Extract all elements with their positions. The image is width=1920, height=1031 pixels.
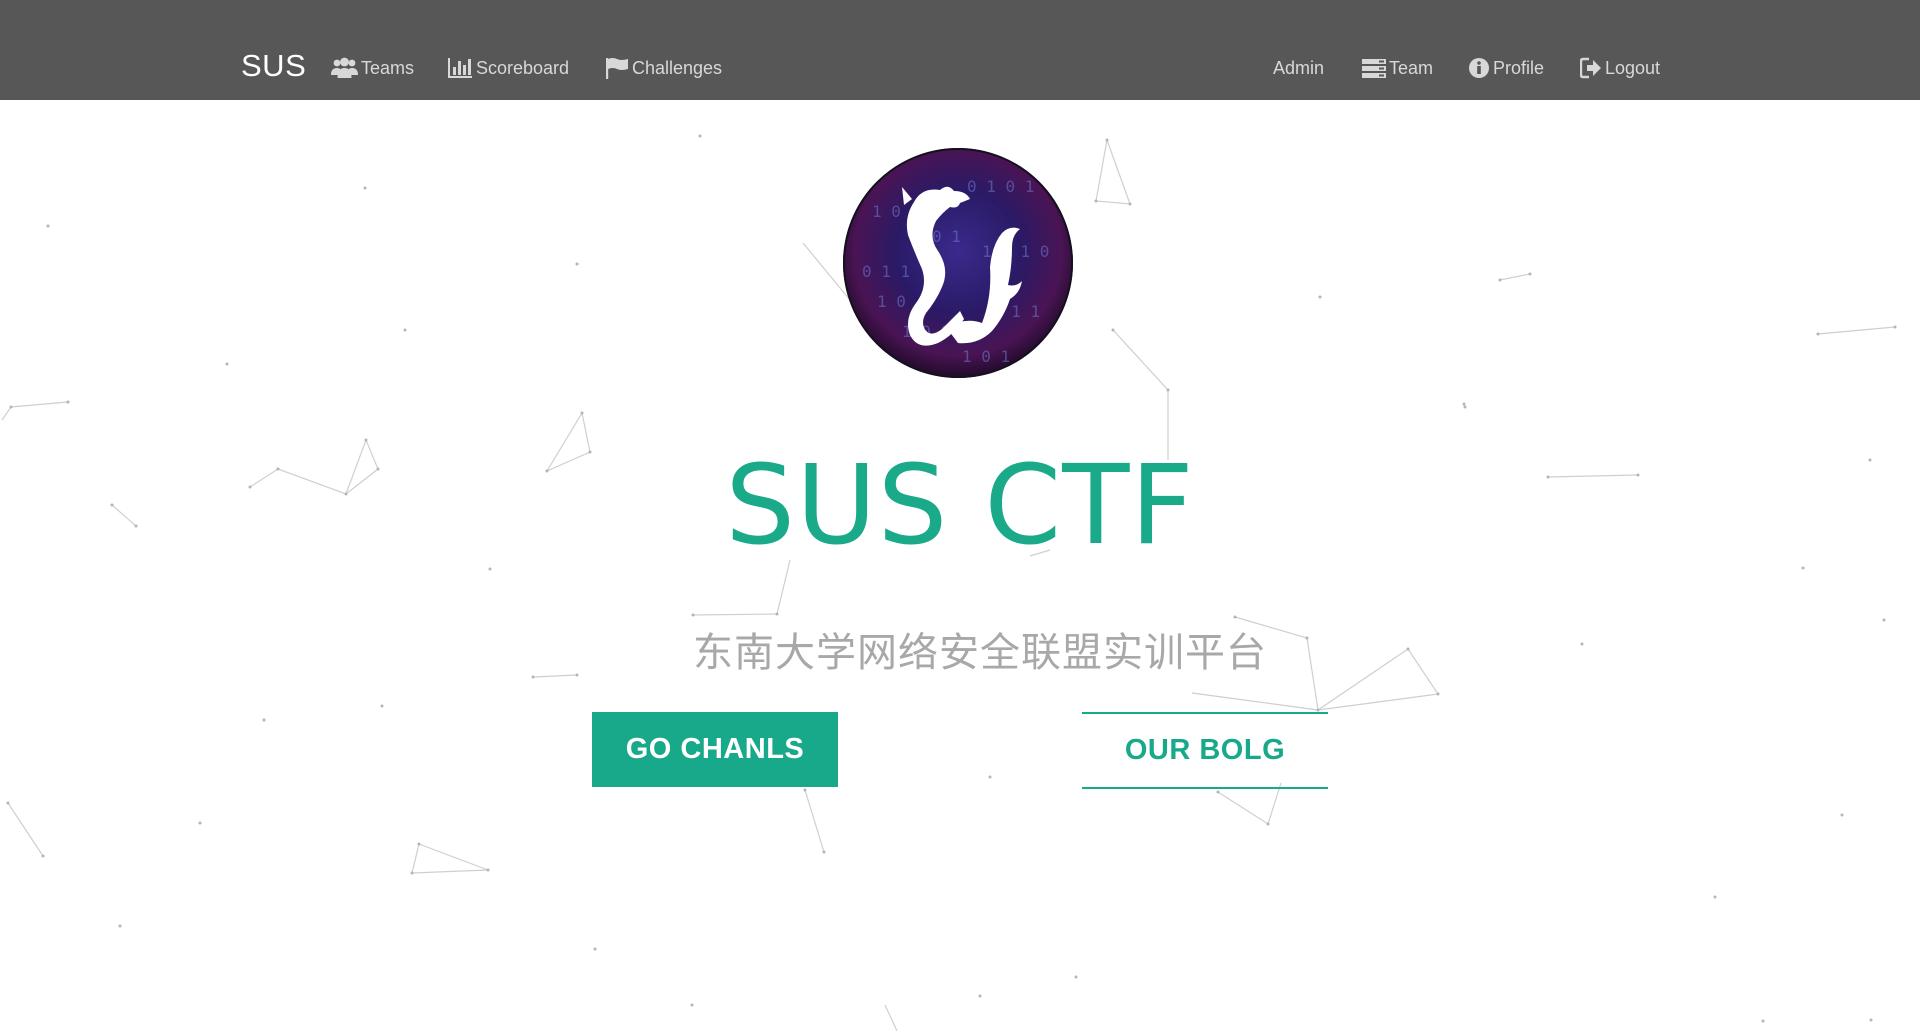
nav-challenges[interactable]: Challenges [605, 56, 722, 80]
top-navbar: SUS Teams Scoreboard Challenges Admin Te… [0, 0, 1920, 100]
our-blog-button[interactable]: OUR BOLG [1082, 712, 1328, 789]
nav-team[interactable]: Team [1362, 56, 1433, 80]
info-circle-icon [1468, 57, 1490, 79]
nav-admin[interactable]: Admin [1273, 56, 1324, 80]
nav-profile-label: Profile [1493, 57, 1545, 78]
nav-profile[interactable]: Profile [1468, 56, 1544, 80]
nav-admin-label: Admin [1273, 57, 1325, 78]
svg-text:0 1 0 1: 0 1 0 1 [967, 177, 1034, 196]
svg-text:0 1: 0 1 [932, 227, 961, 246]
svg-text:0 1 1: 0 1 1 [862, 262, 910, 281]
sign-out-icon [1580, 57, 1602, 79]
nav-logout[interactable]: Logout [1580, 56, 1660, 80]
nav-scoreboard[interactable]: Scoreboard [447, 56, 569, 80]
users-icon [331, 57, 358, 79]
nav-logout-label: Logout [1605, 57, 1661, 78]
hero-title: SUS CTF [725, 441, 1195, 569]
nav-scoreboard-label: Scoreboard [476, 57, 570, 78]
page: SUS Teams Scoreboard Challenges Admin Te… [0, 0, 1920, 1031]
nav-teams[interactable]: Teams [331, 56, 414, 80]
svg-text:1 0 1: 1 0 1 [962, 347, 1010, 366]
nav-teams-label: Teams [361, 57, 415, 78]
go-challenges-button[interactable]: GO CHANLS [592, 712, 838, 787]
svg-text:1 0: 1 0 [877, 292, 906, 311]
server-icon [1362, 58, 1386, 78]
nav-challenges-label: Challenges [632, 57, 723, 78]
dragon-logo: 1 0 1 0 1 0 1 0 1 1 1 0 1 0 1 0 0 1 0 1 … [843, 148, 1073, 378]
flag-icon [605, 57, 629, 79]
bar-chart-icon [447, 57, 473, 79]
hero-subtitle: 东南大学网络安全联盟实训平台 [693, 631, 1267, 675]
brand-link[interactable]: SUS [241, 48, 306, 84]
nav-team-label: Team [1389, 57, 1434, 78]
